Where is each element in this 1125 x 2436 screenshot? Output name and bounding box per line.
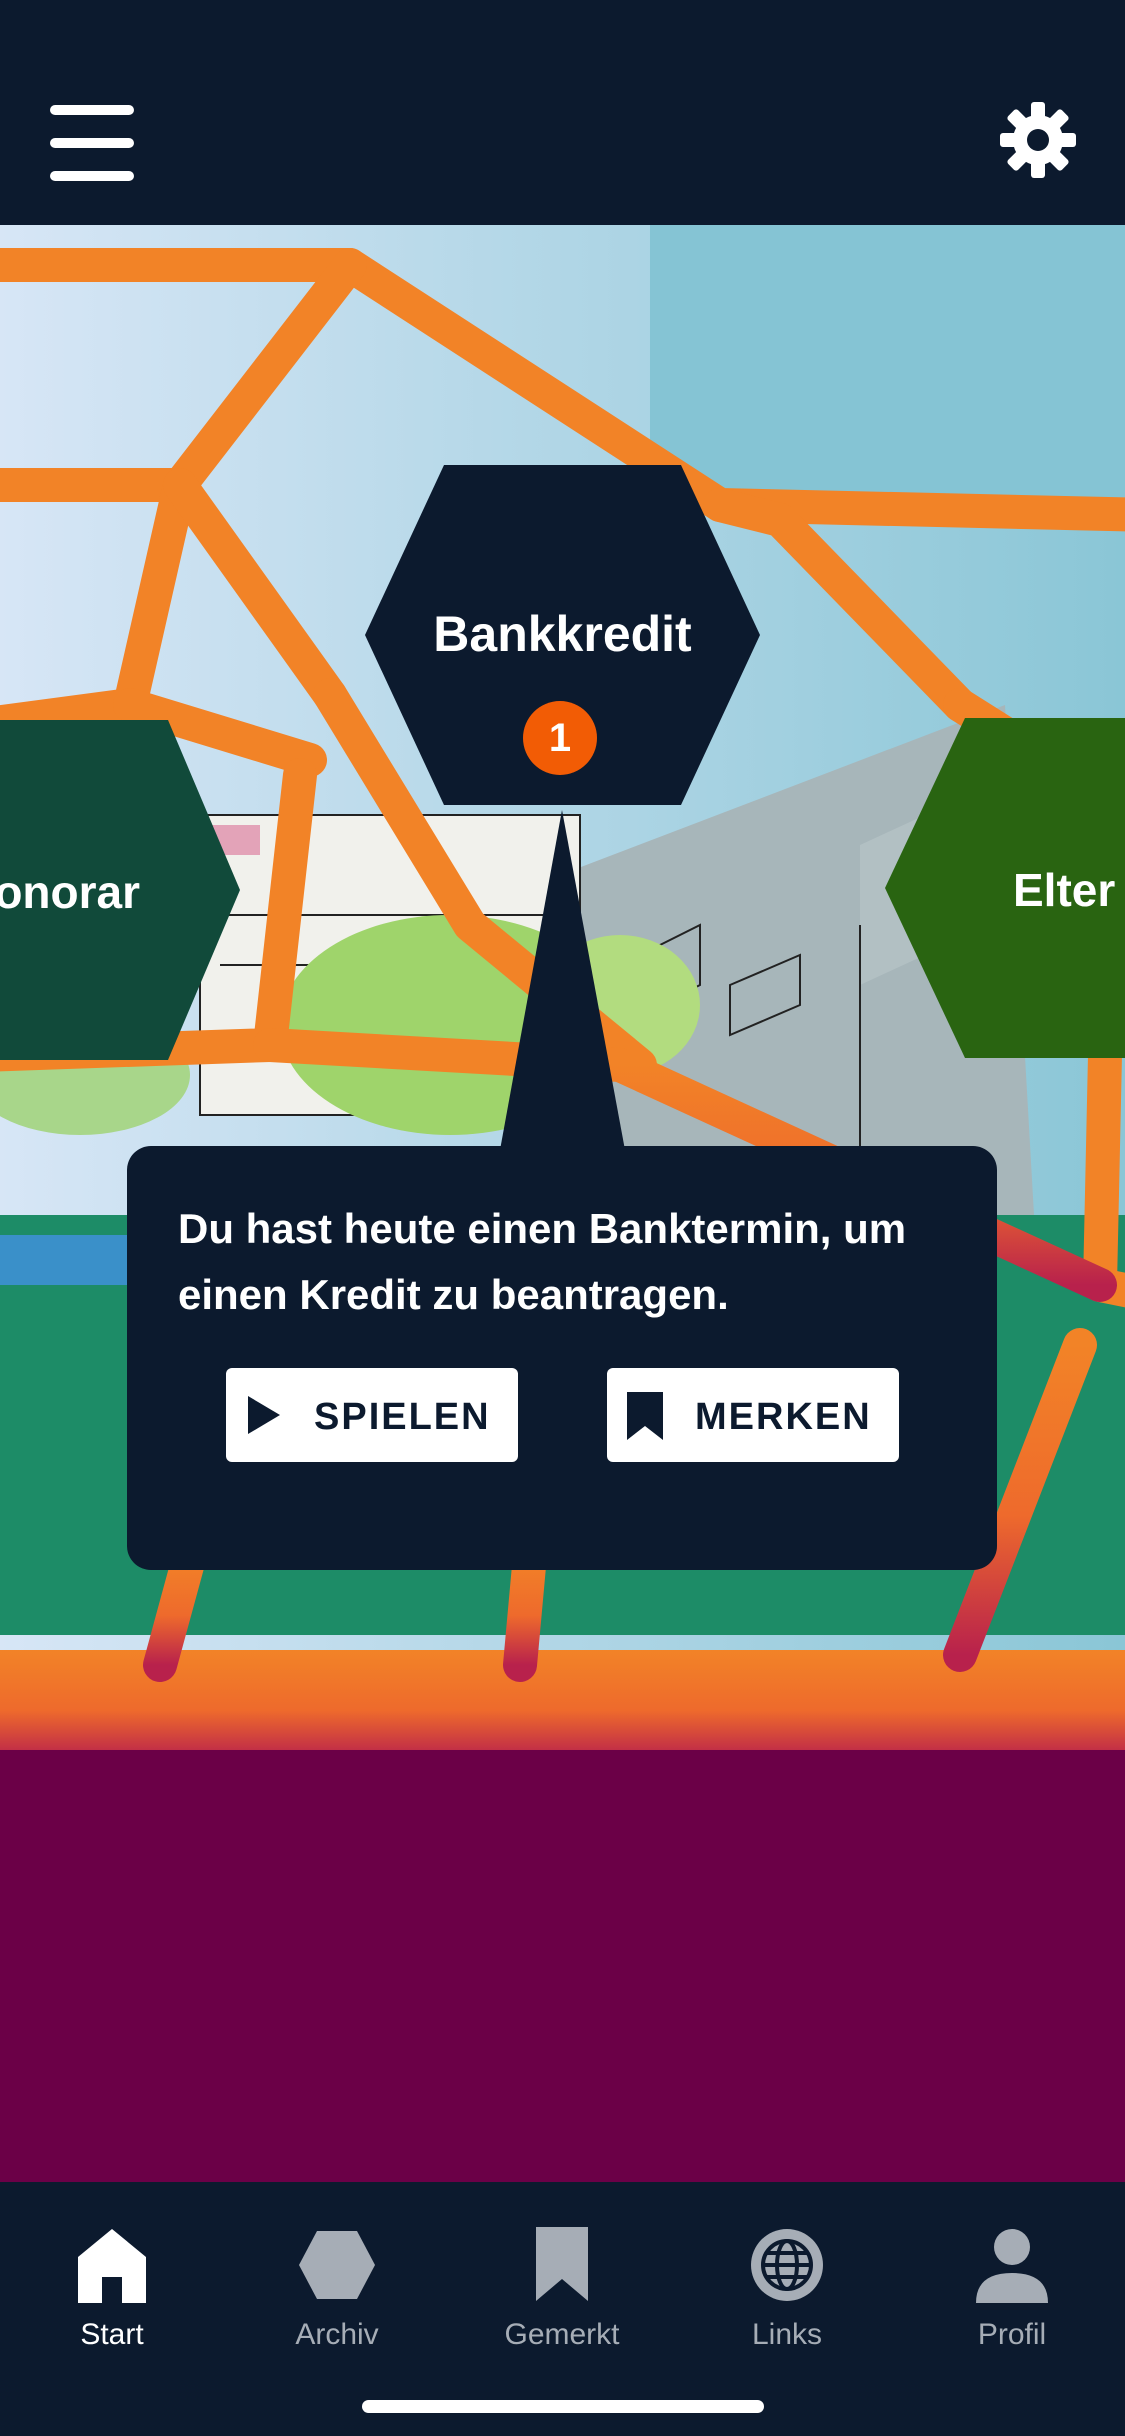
- tab-profil[interactable]: Profil: [922, 2220, 1102, 2360]
- bookmark-button-label: MERKEN: [695, 1396, 872, 1438]
- bookmark-icon: [627, 1392, 663, 1440]
- play-button[interactable]: SPIELEN: [226, 1368, 518, 1462]
- tab-archiv[interactable]: Archiv: [247, 2220, 427, 2360]
- hexagon-icon: [299, 2231, 375, 2299]
- play-button-label: SPIELEN: [314, 1396, 491, 1438]
- tab-label: Start: [80, 2318, 144, 2351]
- bookmark-icon: [536, 2227, 588, 2301]
- tab-label: Profil: [977, 2318, 1047, 2351]
- home-icon: [78, 2229, 146, 2303]
- app-screen: onorar Elter Bankkredit 1 Du hast heute …: [0, 0, 1125, 2436]
- popup-description: Du hast heute einen Banktermin, um einen…: [178, 1205, 907, 1318]
- popup-pointer: [500, 810, 625, 1150]
- tab-gemerkt[interactable]: Gemerkt: [472, 2220, 652, 2360]
- empty-area: [0, 1750, 1125, 2182]
- bookmark-button[interactable]: MERKEN: [607, 1368, 899, 1462]
- bottom-tab-bar: Start Archiv Gemerkt Links Profil: [0, 2182, 1125, 2436]
- home-indicator[interactable]: [362, 2400, 764, 2413]
- user-icon: [976, 2229, 1048, 2303]
- tab-label: Archiv: [295, 2318, 379, 2351]
- play-icon: [248, 1396, 280, 1434]
- topic-popup-card: Du hast heute einen Banktermin, um einen…: [127, 1146, 997, 1570]
- tab-label: Gemerkt: [504, 2318, 620, 2351]
- tab-label: Links: [751, 2318, 823, 2351]
- globe-icon: [751, 2229, 823, 2301]
- tab-start[interactable]: Start: [22, 2220, 202, 2360]
- tab-links[interactable]: Links: [697, 2220, 877, 2360]
